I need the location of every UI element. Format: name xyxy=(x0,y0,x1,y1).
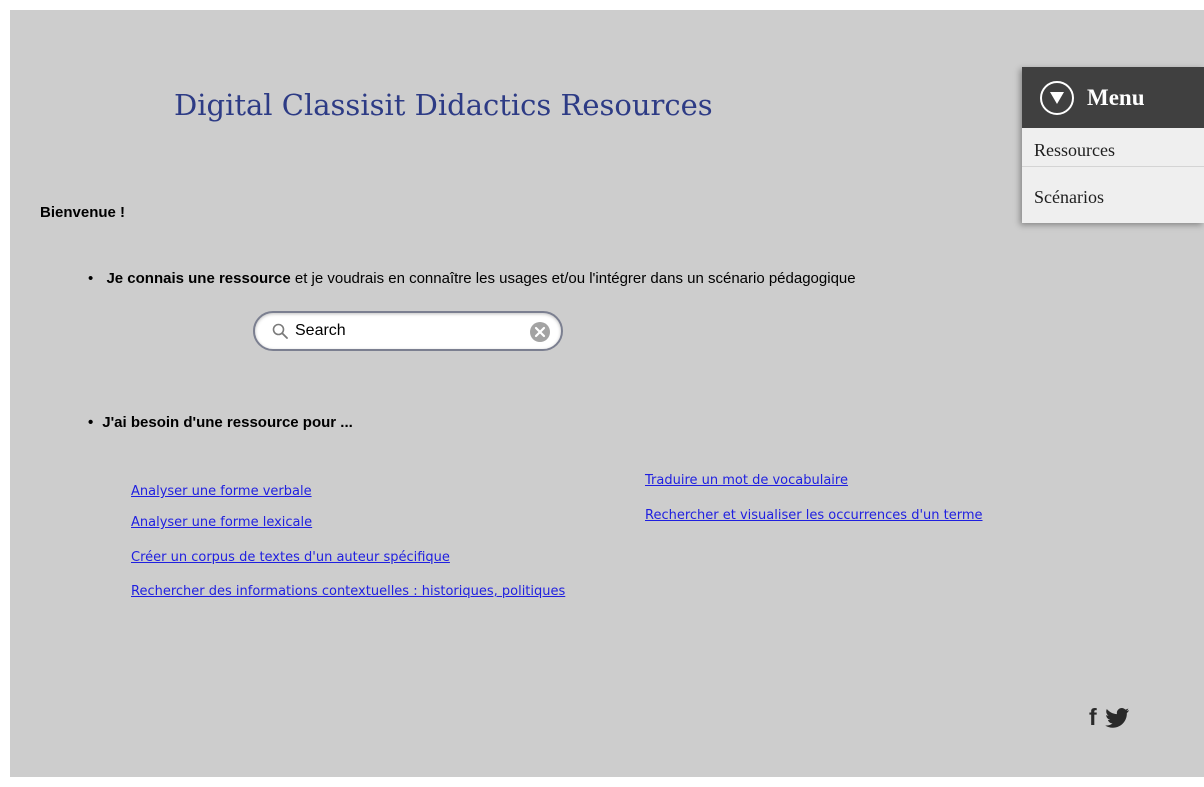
page: Digital Classisit Didactics Resources Me… xyxy=(10,10,1204,777)
menu-item-scenarios[interactable]: Scénarios xyxy=(1022,181,1204,213)
search-input[interactable] xyxy=(295,319,515,343)
facebook-icon[interactable]: f xyxy=(1089,706,1097,729)
menu-toggle-button[interactable]: Menu xyxy=(1022,67,1204,128)
welcome-heading: Bienvenue ! xyxy=(40,204,126,221)
site-title: Digital Classisit Didactics Resources xyxy=(174,88,713,122)
social-links: f xyxy=(1089,706,1131,729)
menu-panel: Menu Ressources Scénarios xyxy=(1022,67,1204,223)
link-analyser-forme-verbale[interactable]: Analyser une forme verbale xyxy=(131,484,312,499)
bullet-known-resource: Je connais une ressource et je voudrais … xyxy=(88,270,856,287)
menu-item-ressources[interactable]: Ressources xyxy=(1022,134,1204,167)
known-resource-text: et je voudrais en connaître les usages e… xyxy=(290,270,856,287)
twitter-icon[interactable] xyxy=(1104,707,1131,728)
search-box xyxy=(253,311,563,351)
menu-label: Menu xyxy=(1087,84,1145,110)
link-visualiser-occurrences[interactable]: Rechercher et visualiser les occurrences… xyxy=(645,508,983,523)
bullet-need-resource: J'ai besoin d'une ressource pour ... xyxy=(88,414,353,431)
known-resource-bold: Je connais une ressource xyxy=(106,270,291,287)
link-creer-corpus[interactable]: Créer un corpus de textes d'un auteur sp… xyxy=(131,550,450,565)
chevron-down-circle-icon xyxy=(1040,80,1074,115)
link-informations-contextuelles[interactable]: Rechercher des informations contextuelle… xyxy=(131,584,565,599)
search-icon xyxy=(272,323,288,339)
clear-search-icon[interactable] xyxy=(530,322,550,342)
link-traduire-mot[interactable]: Traduire un mot de vocabulaire xyxy=(645,473,848,488)
link-analyser-forme-lexicale[interactable]: Analyser une forme lexicale xyxy=(131,515,312,530)
